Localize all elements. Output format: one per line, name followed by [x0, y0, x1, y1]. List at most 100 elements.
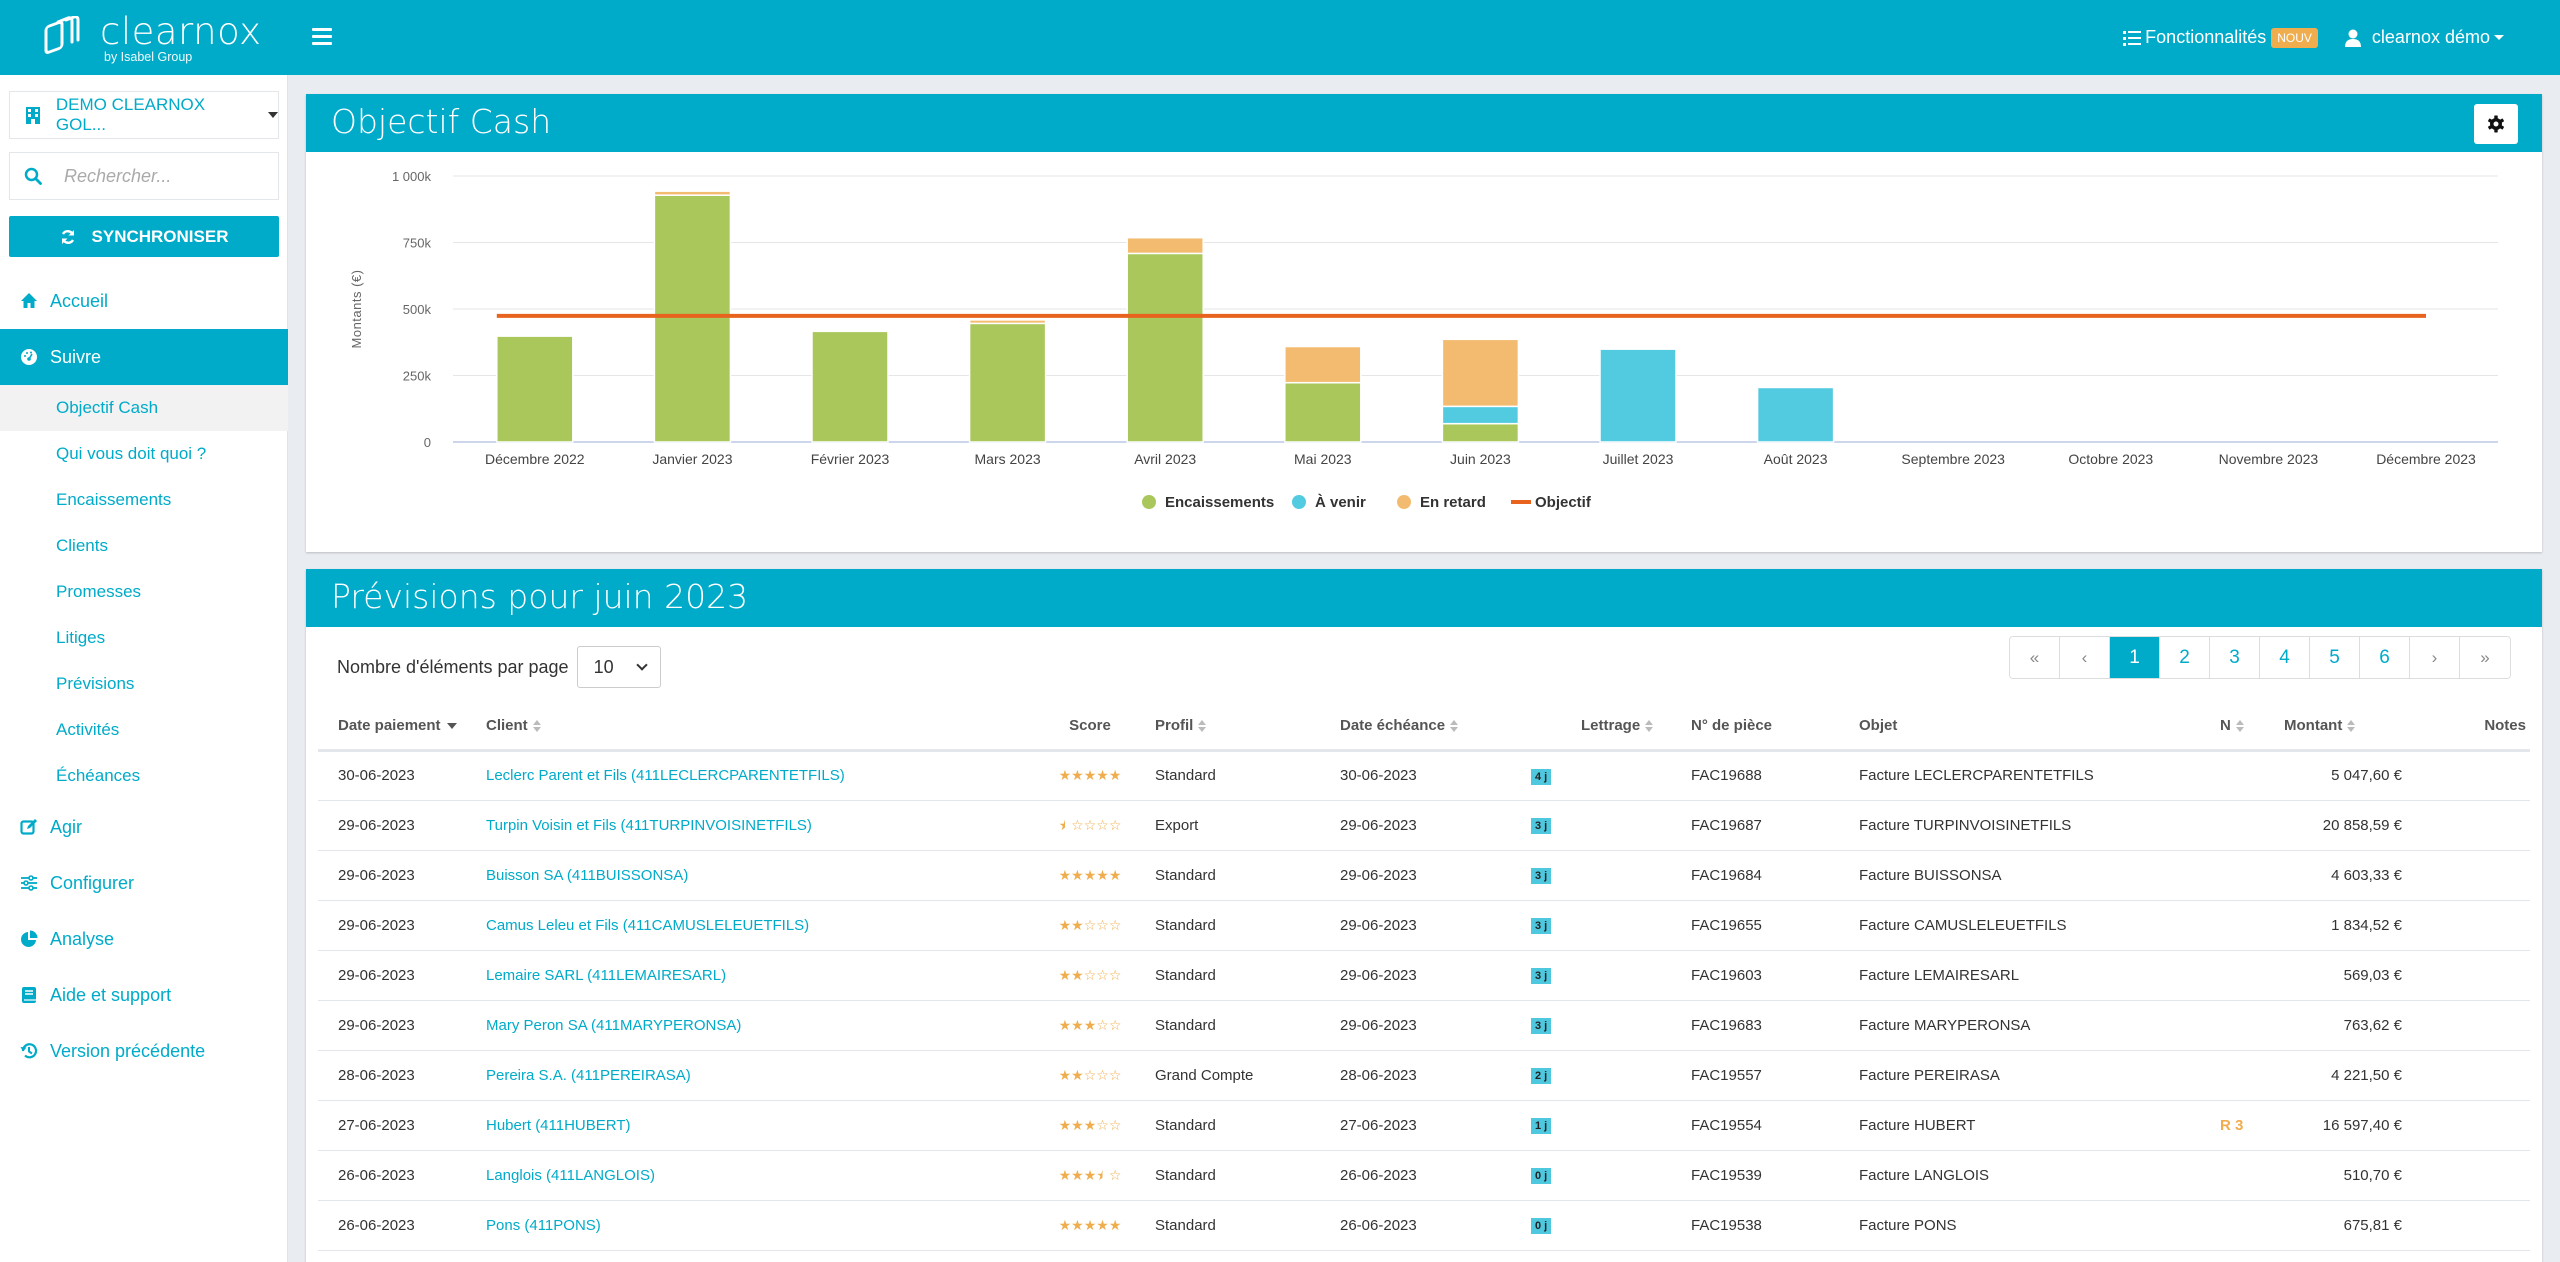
next-page-button[interactable]: › [2410, 637, 2460, 678]
client-link[interactable]: Turpin Voisin et Fils (411TURPINVOISINET… [486, 817, 812, 834]
column-header-client[interactable]: Client [486, 702, 1035, 752]
page-5-button[interactable]: 5 [2310, 637, 2360, 678]
score-stars: ★★★★★ [1059, 867, 1122, 883]
client-link[interactable]: Hubert (411HUBERT) [486, 1117, 631, 1134]
x-tick-label: Décembre 2022 [485, 451, 585, 467]
table-row[interactable]: 29-06-2023 Camus Leleu et Fils (411CAMUSL… [318, 900, 2530, 951]
user-icon [2344, 29, 2361, 47]
table-row[interactable]: 26-06-2023 Pons (411PONS) ★★★★★ Standard 26-… [318, 1200, 2530, 1251]
cell-date-paiement: 28-06-2023 [318, 1050, 486, 1101]
per-page-select[interactable]: 10 [576, 646, 661, 688]
cell-profil: Export [1145, 800, 1340, 851]
x-tick-label: Décembre 2023 [2376, 451, 2476, 467]
star-full-icon: ★ [1058, 767, 1072, 783]
column-header-lettrage[interactable]: Lettrage [1531, 702, 1691, 752]
first-page-button[interactable]: « [2010, 637, 2060, 678]
table-row[interactable]: 29-06-2023 Buisson SA (411BUISSONSA) ★★★★★… [318, 850, 2530, 901]
client-link[interactable]: Langlois (411LANGLOIS) [486, 1167, 655, 1184]
client-link[interactable]: Pereira S.A. (411PEREIRASA) [486, 1067, 691, 1084]
client-link[interactable]: Buisson SA (411BUISSONSA) [486, 867, 688, 884]
cell-date-paiement: 27-06-2023 [318, 1100, 486, 1151]
cell-date-echeance: 27-06-2023 [1340, 1100, 1531, 1151]
sidebar-subitem-objectif-cash[interactable]: Objectif Cash [0, 385, 288, 431]
bar-encaissements [968, 322, 1047, 443]
sidebar-item-analyse[interactable]: Analyse [0, 911, 288, 967]
cell-lettrage: 3 j [1531, 1000, 1691, 1051]
cell-client: Camus Leleu et Fils (411CAMUSLELEUETFILS… [486, 900, 1035, 951]
menu-toggle-icon[interactable] [312, 28, 332, 46]
table-row[interactable]: 27-06-2023 Hubert (411HUBERT) ★★★☆☆ Standar… [318, 1100, 2530, 1151]
sidebar-subitem-previsions[interactable]: Prévisions [0, 661, 288, 707]
sidebar-item-suivre[interactable]: Suivre [0, 329, 288, 385]
sidebar-subitem-qui-vous-doit-quoi[interactable]: Qui vous doit quoi ? [0, 431, 288, 477]
sidebar-subitem-activites[interactable]: Activités [0, 707, 288, 753]
cell-profil: Standard [1145, 900, 1340, 951]
sidebar-subitem-promesses[interactable]: Promesses [0, 569, 288, 615]
cell-score: ★★★☆☆ [1035, 1000, 1145, 1051]
settings-button[interactable] [2474, 104, 2518, 144]
table-row[interactable]: 28-06-2023 Pereira S.A. (411PEREIRASA) ★★☆… [318, 1050, 2530, 1101]
column-header-profil[interactable]: Profil [1145, 702, 1340, 752]
client-link[interactable]: Leclerc Parent et Fils (411LECLERCPARENT… [486, 767, 845, 784]
sidebar-subitem-clients[interactable]: Clients [0, 523, 288, 569]
synchronize-button[interactable]: SYNCHRONISER [9, 216, 279, 257]
sidebar-subitem-litiges[interactable]: Litiges [0, 615, 288, 661]
column-label: Objet [1859, 716, 1898, 734]
client-link[interactable]: Mary Peron SA (411MARYPERONSA) [486, 1017, 741, 1034]
cell-numero-piece: FAC19539 [1691, 1150, 1859, 1201]
cell-date-echeance: 29-06-2023 [1340, 900, 1531, 951]
features-button[interactable]: Fonctionnalités NOUV [2123, 27, 2318, 48]
page-6-button[interactable]: 6 [2360, 637, 2410, 678]
sort-icon [1450, 719, 1459, 732]
cell-notes [2442, 950, 2530, 1001]
client-link[interactable]: Camus Leleu et Fils (411CAMUSLELEUETFILS… [486, 917, 809, 934]
star-full-icon: ★ [1058, 1016, 1072, 1033]
x-tick-label: Janvier 2023 [652, 451, 732, 467]
cell-date-echeance: 30-06-2023 [1340, 750, 1531, 801]
cell-notes [2442, 1200, 2530, 1251]
star-full-icon: ★ [1096, 866, 1109, 883]
column-header-date-paiement[interactable]: Date paiement [318, 702, 486, 752]
sidebar-subitem-echeances[interactable]: Échéances [0, 753, 288, 799]
cell-profil: Standard [1145, 750, 1340, 801]
bar-encaissements [1284, 381, 1362, 443]
page-4-button[interactable]: 4 [2260, 637, 2310, 678]
cell-objet: Facture HUBERT [1859, 1100, 2220, 1151]
last-page-button[interactable]: » [2460, 637, 2510, 678]
user-menu[interactable]: clearnox démo [2344, 27, 2504, 48]
column-header-n[interactable]: N [2220, 702, 2272, 752]
star-empty-icon: ☆ [1096, 966, 1109, 983]
search-icon [24, 167, 42, 185]
sidebar-subitem-encaissements[interactable]: Encaissements [0, 477, 288, 523]
company-selector[interactable]: DEMO CLEARNOX GOL... [9, 91, 279, 139]
client-link[interactable]: Lemaire SARL (411LEMAIRESARL) [486, 967, 726, 984]
cell-n [2220, 850, 2272, 901]
table-row[interactable]: 26-06-2023 Langlois (411LANGLOIS) ★★★★☆ Sta… [318, 1150, 2530, 1201]
page-3-button[interactable]: 3 [2210, 637, 2260, 678]
features-label: Fonctionnalités [2145, 27, 2267, 47]
client-link[interactable]: Pons (411PONS) [486, 1217, 601, 1234]
prev-page-button[interactable]: ‹ [2060, 637, 2110, 678]
page-2-button[interactable]: 2 [2160, 637, 2210, 678]
page-1-button[interactable]: 1 [2110, 637, 2160, 678]
table-row[interactable]: 29-06-2023 Lemaire SARL (411LEMAIRESARL) ★… [318, 950, 2530, 1001]
table-row[interactable]: 30-06-2023 Leclerc Parent et Fils (411LEC… [318, 750, 2530, 801]
table-row[interactable]: 29-06-2023 Turpin Voisin et Fils (411TURP… [318, 800, 2530, 851]
column-header-date-echeance[interactable]: Date échéance [1340, 702, 1531, 752]
score-stars: ★★☆☆☆ [1059, 967, 1122, 983]
logo[interactable]: clearnox by Isabel Group [44, 10, 264, 64]
column-header-objet: Objet [1859, 702, 2220, 752]
sidebar-item-version-precedente[interactable]: Version précédente [0, 1023, 288, 1079]
star-empty-icon: ☆ [1083, 916, 1097, 933]
x-tick-label: Août 2023 [1764, 451, 1828, 467]
sidebar-item-aide-et-support[interactable]: Aide et support [0, 967, 288, 1023]
cell-profil: Standard [1145, 1100, 1340, 1151]
table-row[interactable]: 29-06-2023 Mary Peron SA (411MARYPERONSA)… [318, 1000, 2530, 1051]
sidebar-item-configurer[interactable]: Configurer [0, 855, 288, 911]
reminder-badge: R 3 [2220, 1116, 2244, 1134]
legend-marker-icon [1142, 495, 1156, 509]
column-header-montant[interactable]: Montant [2272, 702, 2442, 752]
search-input[interactable] [64, 165, 264, 187]
sidebar-item-accueil[interactable]: Accueil [0, 273, 288, 329]
sidebar-item-agir[interactable]: Agir [0, 799, 288, 855]
